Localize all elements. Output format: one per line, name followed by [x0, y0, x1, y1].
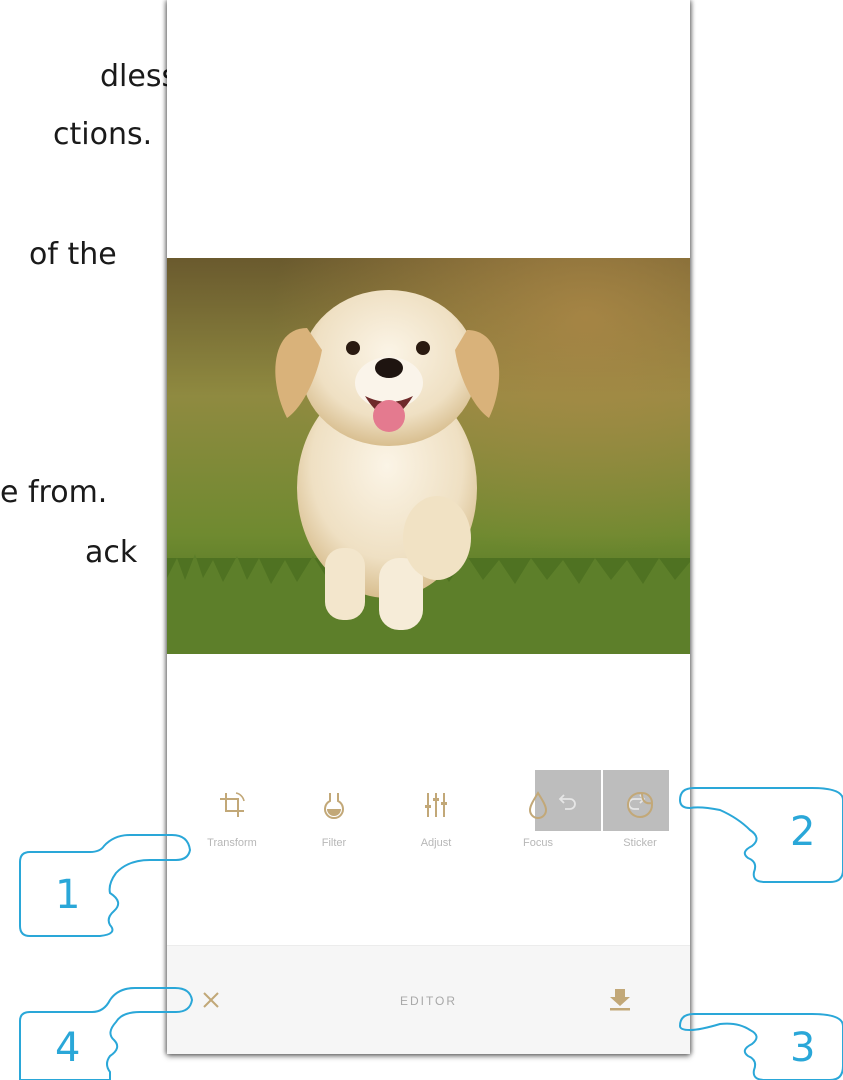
callout-number-1: 1 [55, 872, 81, 918]
callout-brackets [19, 787, 843, 1080]
callout-1-shape [19, 834, 192, 937]
callout-number-2: 2 [790, 809, 816, 855]
callout-2-shape [678, 787, 843, 883]
callout-4-shape [19, 987, 194, 1080]
callout-number-3: 3 [790, 1025, 816, 1071]
callout-3-shape [678, 1013, 843, 1080]
callout-number-4: 4 [55, 1025, 81, 1071]
